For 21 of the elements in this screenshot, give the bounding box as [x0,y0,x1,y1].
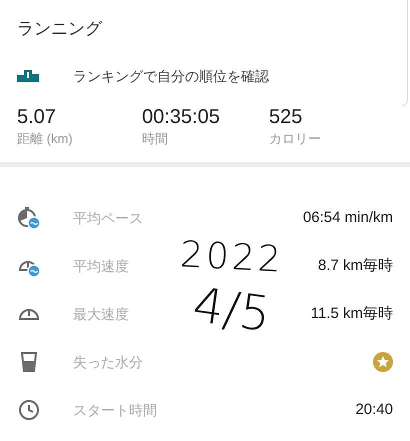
metric-label: スタート時間 [73,400,157,420]
stat-label: 時間 [142,130,169,148]
metric-value: 8.7 km毎時 [318,256,393,276]
podium-icon [17,70,39,82]
stat-value: 00:35:05 [142,105,221,130]
metric-label: 平均速度 [73,256,129,276]
metric-label: 平均ペース [73,208,143,228]
metric-label: 失った水分 [73,352,143,372]
ranking-link[interactable]: ランキングで自分の順位を確認 [73,66,269,86]
stat-label: カロリー [269,130,321,148]
page-title: ランニング [17,18,104,40]
star-badge-icon [373,352,393,372]
stat-label: 距離 (km) [17,130,74,148]
metric-value: 20:40 [355,400,393,420]
stat-value: 525 [269,105,304,130]
clock-icon [17,398,41,422]
stopwatch-icon [17,206,41,230]
metric-value: 06:54 min/km [302,208,393,228]
metric-value: 11.5 km毎時 [310,304,393,324]
metric-label: 最大速度 [73,304,129,324]
stat-value: 5.07 [17,105,57,130]
